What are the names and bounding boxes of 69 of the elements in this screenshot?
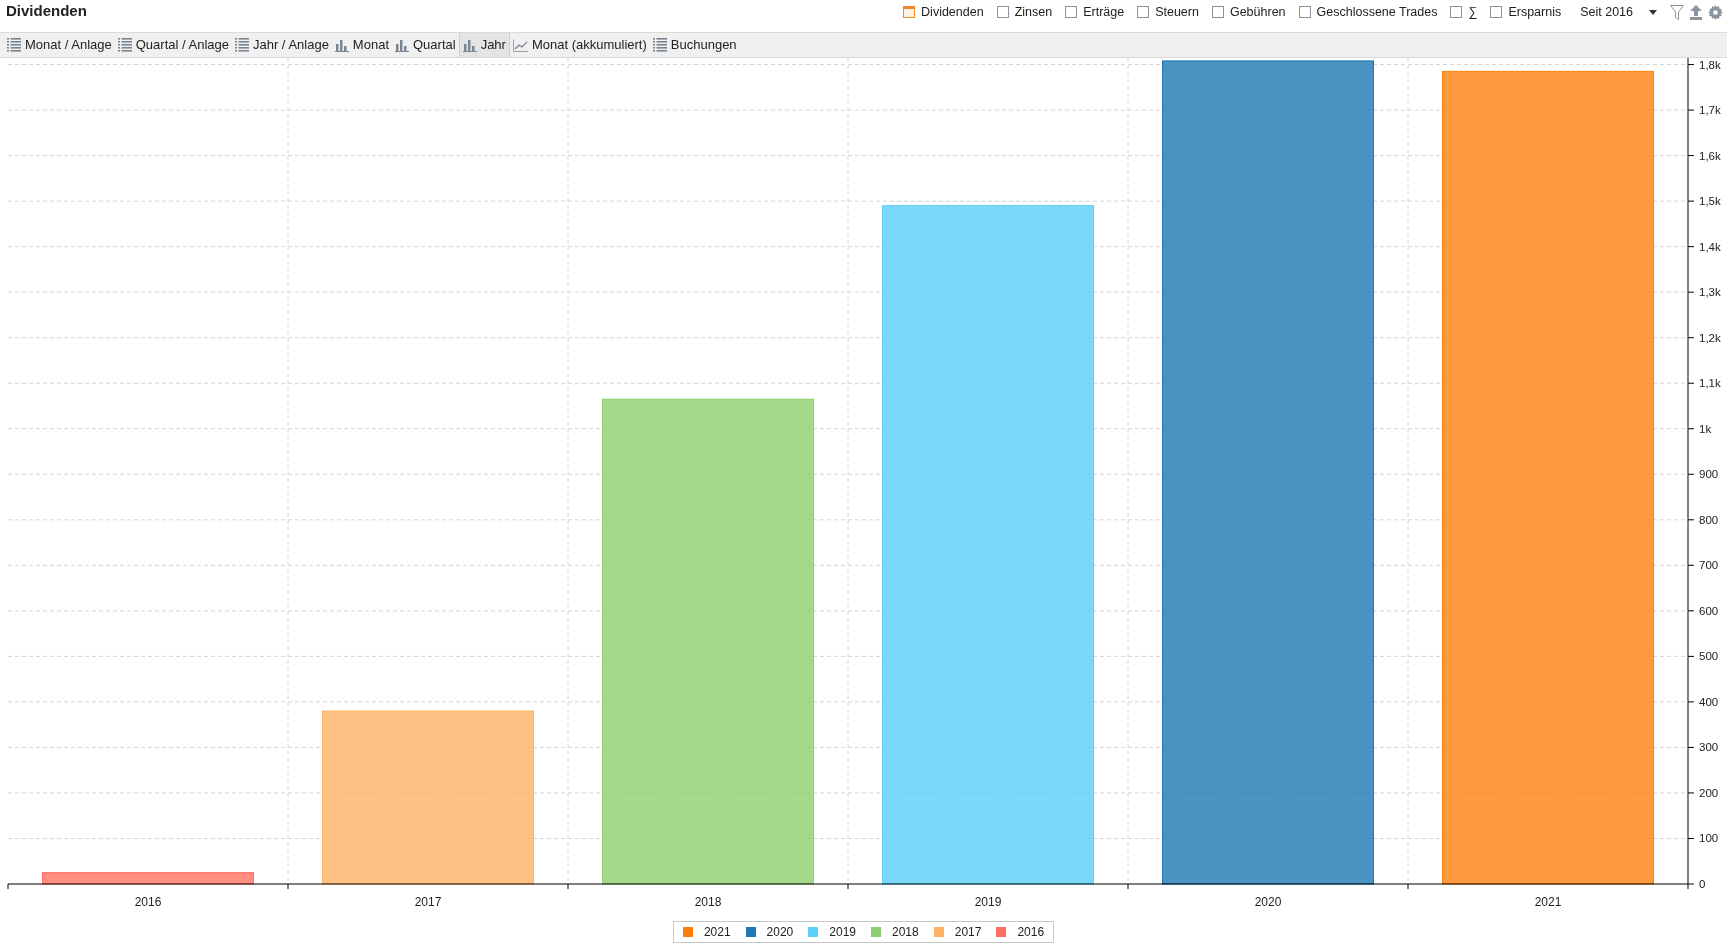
upload-icon[interactable] [1689,4,1703,20]
y-axis-label: 300 [1699,741,1719,754]
x-axis-label: 2021 [1534,895,1562,909]
view-tab[interactable]: Quartal / Anlage [114,33,232,57]
legend-label: 2016 [1017,924,1045,941]
filter-checkbox[interactable]: Dividenden [903,3,984,22]
page-title: Dividenden [6,1,87,21]
filter-checkbox[interactable]: Gebühren [1211,3,1286,22]
view-tab[interactable]: Monat / Anlage [4,33,115,57]
line-chart-icon [512,38,528,52]
y-axis-label: 1,7k [1699,104,1721,117]
x-axis-label: 2018 [694,895,722,909]
view-tab[interactable]: Buchungen [649,33,740,57]
checkbox[interactable] [903,6,916,19]
filter-checkbox[interactable]: Steuern [1137,3,1199,22]
checkbox[interactable] [1490,6,1503,19]
settings-icon[interactable] [1708,4,1723,20]
filter-checkbox[interactable]: Erträge [1065,3,1125,22]
list-icon [7,38,21,52]
legend-label: 2021 [703,924,731,941]
caret-icon [1649,9,1657,15]
checkbox[interactable] [1137,6,1150,19]
bar-chart-icon [462,38,477,52]
list-icon [652,38,667,52]
bar-chart-icon [395,38,409,52]
x-axis-label: 2019 [974,895,1002,909]
legend-label: 2019 [829,924,856,941]
filter-checkbox[interactable]: Geschlossene Trades [1298,3,1438,22]
view-tab[interactable]: Jahr [458,33,510,57]
y-axis-label: 1,8k [1699,58,1721,71]
checkbox[interactable] [1211,6,1224,19]
checkbox[interactable] [1065,6,1078,19]
y-axis-label: 200 [1699,786,1719,799]
checkbox[interactable] [1450,6,1463,19]
filter-checkbox[interactable]: Zinsen [996,3,1053,22]
y-axis-label: 600 [1699,604,1719,617]
y-axis-label: 500 [1699,650,1719,663]
y-axis-label: 1k [1699,422,1712,435]
view-tab[interactable]: Monat (akkumuliert) [509,33,650,57]
checkbox[interactable] [996,6,1009,19]
filter-checkbox[interactable]: Ersparnis [1490,3,1562,22]
period-dropdown[interactable]: Seit 2016 [1580,3,1657,22]
checkbox[interactable] [1298,6,1311,19]
filter-icon[interactable] [1670,4,1684,20]
y-axis-label: 700 [1699,559,1719,572]
view-tab[interactable]: Quartal [392,33,459,57]
x-axis-label: 2020 [1254,895,1282,909]
y-axis-label: 900 [1699,468,1719,481]
y-axis-label: 800 [1699,513,1719,526]
x-axis-label: 2016 [134,895,162,909]
view-tab[interactable]: Jahr / Anlage [231,33,332,57]
legend-label: 2020 [766,924,794,941]
y-axis-label: 1,6k [1699,149,1721,162]
y-axis-label: 1,5k [1699,195,1721,208]
y-axis-label: 100 [1699,832,1719,845]
legend-label: 2018 [892,924,919,941]
bar-chart-icon [334,38,349,52]
list-icon [117,38,132,52]
y-axis-label: 1,4k [1699,240,1721,253]
y-axis-label: 1,1k [1699,377,1721,390]
legend-label: 2017 [954,924,982,941]
view-tab[interactable]: Monat [331,33,392,57]
x-axis-label: 2017 [414,895,442,909]
y-axis-label: 0 [1699,878,1706,890]
filter-checkbox[interactable]: ∑ [1450,3,1478,22]
y-axis-label: 1,2k [1699,331,1721,344]
y-axis-label: 400 [1699,695,1719,708]
y-axis-label: 1,3k [1699,286,1721,299]
list-icon [234,38,249,52]
